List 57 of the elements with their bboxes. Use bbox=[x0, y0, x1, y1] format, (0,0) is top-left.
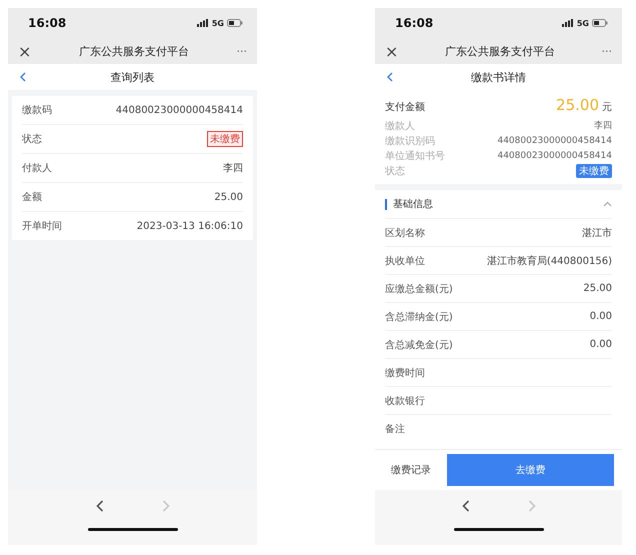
field-label: 备注 bbox=[385, 422, 405, 436]
clock-time: 16:08 bbox=[395, 16, 434, 30]
battery-icon bbox=[592, 19, 608, 27]
field-label: 单位通知书号 bbox=[385, 150, 445, 162]
field-value: 44080023000000458414 bbox=[497, 150, 612, 160]
field-label: 含总滞纳金(元) bbox=[385, 310, 453, 324]
back-icon[interactable] bbox=[96, 500, 104, 512]
field-value: 44080023000000458414 bbox=[497, 136, 612, 146]
field-label: 缴款人 bbox=[385, 120, 415, 132]
more-button[interactable]: ··· bbox=[236, 44, 247, 58]
field-label: 缴款码 bbox=[22, 104, 52, 117]
field-value: 湛江市 bbox=[582, 226, 612, 240]
field-label: 开单时间 bbox=[22, 220, 62, 233]
status-tag: 未缴费 bbox=[207, 131, 243, 147]
field-value: 0.00 bbox=[590, 311, 612, 322]
section-title: 基础信息 bbox=[393, 198, 433, 211]
pay-button[interactable]: 去缴费 bbox=[447, 454, 614, 486]
field-value: 25.00 bbox=[214, 192, 243, 202]
battery-icon bbox=[227, 19, 243, 27]
page-title: 查询列表 bbox=[110, 70, 154, 84]
close-button[interactable]: × bbox=[18, 42, 32, 60]
field-label: 收款银行 bbox=[385, 394, 425, 408]
network-type: 5G bbox=[212, 18, 224, 28]
field-value: 2023-03-13 16:06:10 bbox=[136, 220, 243, 232]
amount-value: 25.00 bbox=[556, 96, 599, 114]
field-label: 应缴总金额(元) bbox=[385, 282, 453, 296]
currency-unit: 元 bbox=[602, 101, 612, 114]
page-title: 缴款书详情 bbox=[471, 70, 526, 84]
field-value: 湛江市教育局(440800156) bbox=[486, 254, 612, 268]
network-type: 5G bbox=[576, 18, 589, 28]
field-value: 李四 bbox=[223, 162, 243, 175]
clock-time: 16:08 bbox=[28, 16, 66, 30]
back-icon[interactable] bbox=[387, 72, 393, 82]
field-label: 区划名称 bbox=[385, 226, 425, 240]
field-label: 金额 bbox=[22, 190, 42, 204]
more-button[interactable]: ··· bbox=[602, 44, 612, 58]
field-label: 缴款识别码 bbox=[385, 134, 435, 148]
status-tag: 未缴费 bbox=[576, 164, 612, 178]
amount-label: 支付金额 bbox=[385, 100, 425, 114]
app-title: 广东公共服务支付平台 bbox=[78, 44, 189, 58]
field-label: 缴费时间 bbox=[385, 366, 425, 380]
chevron-icon[interactable] bbox=[603, 201, 612, 207]
signal-icon bbox=[196, 19, 209, 27]
field-label: 含总减免金(元) bbox=[385, 338, 453, 352]
app-title: 广东公共服务支付平台 bbox=[444, 44, 555, 58]
field-label: 付款人 bbox=[22, 162, 52, 175]
field-value: 44080023000000458414 bbox=[116, 104, 243, 116]
back-icon[interactable] bbox=[462, 500, 470, 512]
signal-icon bbox=[562, 19, 574, 27]
close-button[interactable]: × bbox=[385, 42, 398, 60]
field-label: 执收单位 bbox=[385, 254, 425, 268]
field-value: 0.00 bbox=[590, 339, 612, 350]
field-value: 25.00 bbox=[583, 283, 612, 294]
back-icon[interactable] bbox=[20, 72, 26, 82]
field-value: 李四 bbox=[594, 120, 612, 132]
field-label: 状态 bbox=[385, 164, 405, 178]
field-label: 状态 bbox=[22, 132, 42, 146]
